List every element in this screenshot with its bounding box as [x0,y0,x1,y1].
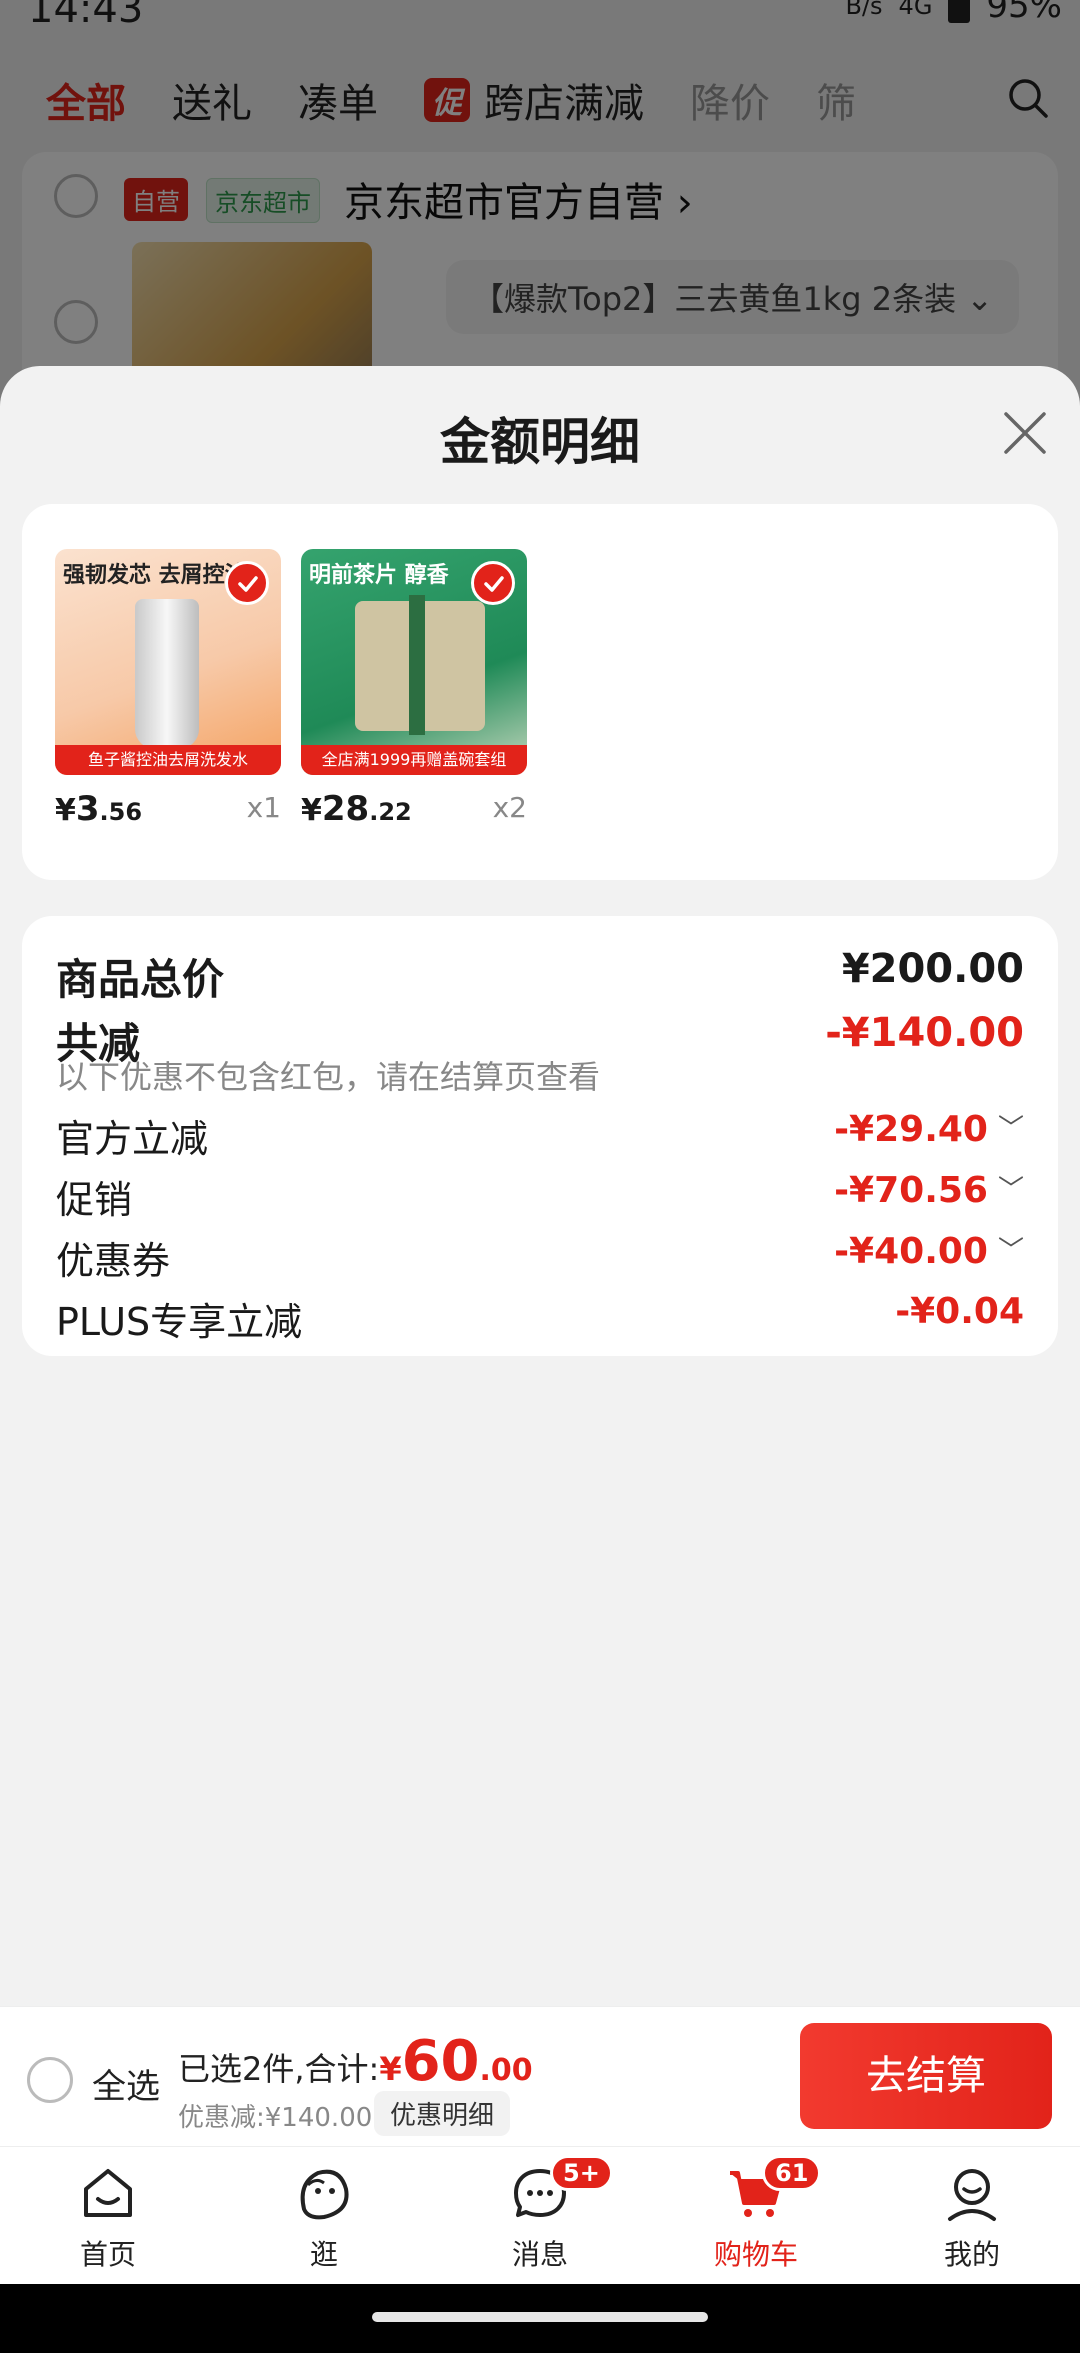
tab-cross-store-discount[interactable]: 促跨店满减 [424,71,644,129]
promo-badge: 促 [424,78,470,122]
close-icon[interactable] [1000,408,1050,458]
selected-count-text: 已选2件,合计: [178,2050,380,2088]
selected-check-icon [471,561,515,605]
tab-cross-store-label: 跨店满减 [484,81,644,127]
shop-name[interactable]: 京东超市官方自营 › [344,170,693,228]
tab-price-drop[interactable]: 降价 [690,71,770,129]
shop-select-radio[interactable] [54,174,98,218]
price-summary-card: 商品总价 ¥200.00 共减 -¥140.00 以下优惠不包含红包，请在结算页… [22,916,1058,1356]
network-type: 4G [898,0,933,20]
product-image-headline: 明前茶片 醇香 [309,563,449,588]
battery-icon [948,0,971,23]
product-price: ¥3.56 [55,789,143,829]
plus-discount-value: -¥0.04 [895,1291,1024,1332]
selected-check-icon [225,561,269,605]
tab-all[interactable]: 全部 [46,71,126,129]
system-nav-bar [0,2284,1080,2353]
tab-cart[interactable]: 61 购物车 [648,2147,864,2285]
tab-messages-label: 消息 [511,2238,568,2271]
selected-products-card: 强韧发芯 去屑控油 鱼子酱控油去屑洗发水 ¥3.56 x1 明前茶片 醇香 全店… [22,504,1058,880]
select-all-radio[interactable] [27,2057,73,2103]
tea-ribbon-graphic [409,595,425,735]
tab-gift[interactable]: 送礼 [172,71,252,129]
promotion-value: -¥70.56 ﹀ [834,1170,1024,1211]
product-price: ¥28.22 [301,789,412,829]
official-discount-value: -¥29.40 ﹀ [834,1109,1024,1150]
tab-messages[interactable]: 5+ 消息 [432,2147,648,2285]
checkout-button[interactable]: 去结算 [800,2023,1052,2129]
total-price-value: ¥200.00 [841,946,1024,992]
coupon-value: -¥40.00 ﹀ [834,1231,1024,1272]
product-image-headline: 强韧发芯 去屑控油 [63,563,239,588]
tab-add-on[interactable]: 凑单 [298,71,378,129]
product-quantity: x1 [246,791,281,824]
sku-selector[interactable]: 【爆款Top2】三去黄鱼1kg 2条装 ⌄ [446,260,1020,334]
chevron-down-icon: ﹀ [997,1236,1024,1266]
home-icon [84,2169,132,2217]
tab-browse[interactable]: 逛 [216,2147,432,2285]
settlement-bar: 全选 已选2件,合计:¥60.00 优惠减:¥140.00 优惠明细 去结算 [0,2006,1080,2146]
battery-level: 95% [986,0,1062,26]
product-item[interactable]: 强韧发芯 去屑控油 鱼子酱控油去屑洗发水 ¥3.56 x1 [55,549,281,835]
tab-filter[interactable]: 筛 [816,71,856,129]
shampoo-product-image[interactable]: 强韧发芯 去屑控油 鱼子酱控油去屑洗发水 [55,549,281,775]
shampoo-tube-graphic [135,599,199,749]
cart-filter-tabs: 全部 送礼 凑单 促跨店满减 降价 筛 [0,60,1080,140]
profile-icon [948,2169,996,2221]
chevron-down-icon: ﹀ [997,1114,1024,1144]
jd-market-tag: 京东超市 [206,178,320,223]
amount-detail-sheet: 金额明细 强韧发芯 去屑控油 鱼子酱控油去屑洗发水 ¥3.56 x1 明前茶片 … [0,366,1080,2009]
bottom-tab-bar: 首页 逛 5+ 消息 61 购物车 我的 [0,2146,1080,2284]
product-quantity: x2 [492,791,527,824]
total-amount: 60 [401,2029,480,2094]
cart-badge: 61 [762,2155,822,2191]
official-discount-label: 官方立减 [56,1117,209,1161]
product-image-footer: 全店满1999再赠盖碗套组 [301,745,527,775]
discount-amount: 优惠减:¥140.00 [178,2103,373,2133]
cart-page-background: 14:43 B/s 4G 95% 全部 送礼 凑单 促跨店满减 降价 筛 自营 … [0,0,1080,452]
tab-home-label: 首页 [79,2238,136,2271]
status-bar: 14:43 B/s 4G 95% [0,0,1080,40]
tab-profile[interactable]: 我的 [864,2147,1080,2285]
tea-product-image[interactable]: 明前茶片 醇香 全店满1999再赠盖碗套组 [301,549,527,775]
chevron-down-icon: ﹀ [997,1175,1024,1205]
total-reduction-value: -¥140.00 [825,1010,1024,1056]
sheet-title: 金额明细 [440,413,640,471]
product-price-row: ¥28.22 x2 [301,785,527,835]
promotion-label: 促销 [56,1178,133,1222]
tab-home[interactable]: 首页 [0,2147,216,2285]
coupon-label: 优惠券 [56,1239,171,1283]
self-operated-tag: 自营 [124,178,188,221]
select-all-label[interactable]: 全选 [92,2059,160,2108]
item-select-radio[interactable] [54,300,98,344]
tab-profile-label: 我的 [943,2238,1000,2271]
search-icon[interactable] [1006,76,1050,120]
home-indicator[interactable] [372,2312,708,2322]
product-item[interactable]: 明前茶片 醇香 全店满1999再赠盖碗套组 ¥28.22 x2 [301,549,527,835]
status-time: 14:43 [28,0,144,32]
selected-total: 已选2件,合计:¥60.00 [178,2029,533,2094]
product-image-footer: 鱼子酱控油去屑洗发水 [55,745,281,775]
discount-detail-button[interactable]: 优惠明细 [374,2091,511,2136]
product-price-row: ¥3.56 x1 [55,785,281,835]
net-speed: B/s [845,0,883,20]
message-badge: 5+ [550,2155,613,2191]
reduction-note: 以下优惠不包含红包，请在结算页查看 [56,1058,601,1096]
tab-browse-label: 逛 [309,2238,338,2271]
plus-discount-label: PLUS专享立减 [56,1300,303,1344]
total-price-label: 商品总价 [56,955,225,1004]
status-icons: B/s 4G 95% [845,0,1062,26]
browse-icon [300,2169,349,2220]
tab-cart-label: 购物车 [713,2238,798,2271]
